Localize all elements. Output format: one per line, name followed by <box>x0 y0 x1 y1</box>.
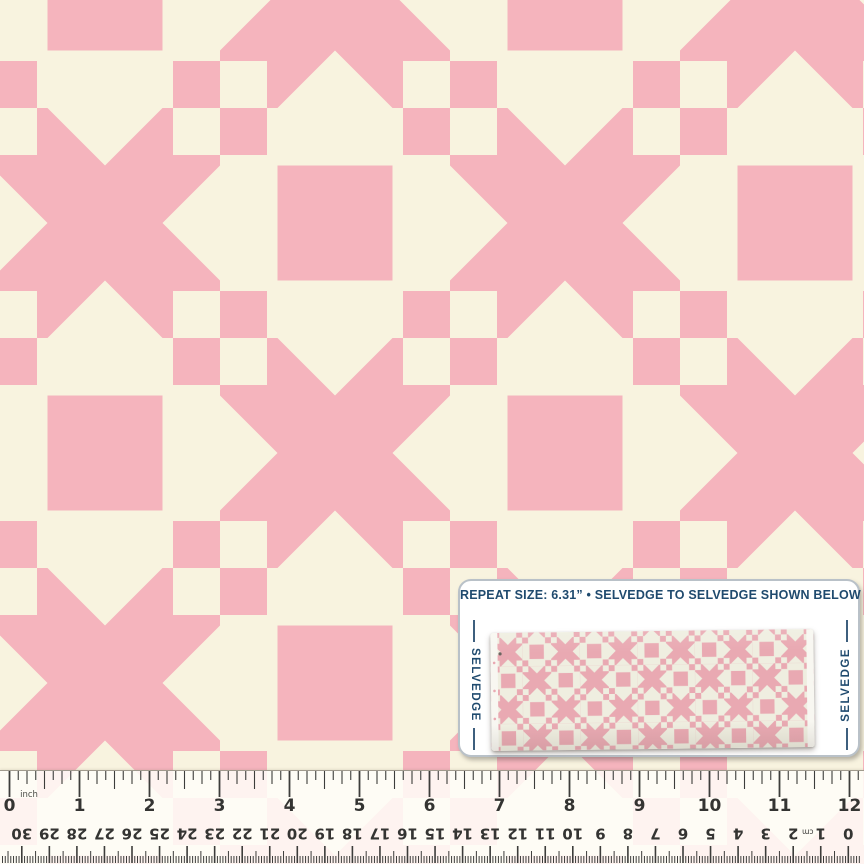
svg-text:7: 7 <box>494 796 506 816</box>
svg-text:10: 10 <box>562 825 583 843</box>
ruler-scales: 0123456789101112inch30292827262524232221… <box>0 771 864 864</box>
svg-text:13: 13 <box>480 825 501 843</box>
svg-text:11: 11 <box>535 825 556 843</box>
fabric-strip-photo <box>490 629 814 751</box>
selvedge-tick-bottom-right <box>846 728 848 750</box>
svg-text:3: 3 <box>214 796 226 816</box>
cm-scale: 3029282726252423222120191817161514131211… <box>3 825 860 864</box>
svg-text:30: 30 <box>11 825 32 843</box>
svg-text:23: 23 <box>204 825 225 843</box>
svg-text:3: 3 <box>760 825 770 843</box>
svg-text:8: 8 <box>564 796 576 816</box>
svg-text:4: 4 <box>733 825 743 843</box>
svg-text:29: 29 <box>39 825 60 843</box>
svg-text:2: 2 <box>144 796 156 816</box>
svg-text:0: 0 <box>843 825 853 843</box>
svg-text:0: 0 <box>4 796 16 816</box>
svg-text:5: 5 <box>354 796 366 816</box>
svg-text:4: 4 <box>284 796 296 816</box>
svg-text:cm: cm <box>802 828 813 837</box>
svg-text:17: 17 <box>370 825 391 843</box>
svg-text:14: 14 <box>452 825 473 843</box>
fabric-product-image: REPEAT SIZE: 6.31” • SELVEDGE TO SELVEDG… <box>0 0 864 864</box>
repeat-size-label: REPEAT SIZE: 6.31” • SELVEDGE TO SELVEDG… <box>460 588 858 602</box>
svg-text:11: 11 <box>768 796 792 816</box>
svg-text:21: 21 <box>259 825 280 843</box>
svg-text:6: 6 <box>678 825 688 843</box>
repeat-info-card: REPEAT SIZE: 6.31” • SELVEDGE TO SELVEDG… <box>458 579 860 757</box>
selvedge-label-left: SELVEDGE <box>464 629 484 741</box>
svg-text:9: 9 <box>595 825 605 843</box>
svg-text:19: 19 <box>314 825 335 843</box>
ruler: 0123456789101112inch30292827262524232221… <box>0 770 864 864</box>
svg-text:1: 1 <box>816 825 826 843</box>
svg-text:8: 8 <box>623 825 633 843</box>
svg-text:5: 5 <box>705 825 715 843</box>
svg-text:inch: inch <box>20 790 38 800</box>
svg-text:26: 26 <box>122 825 143 843</box>
svg-text:20: 20 <box>287 825 308 843</box>
selvedge-label-right: SELVEDGE <box>837 629 857 741</box>
svg-text:15: 15 <box>425 825 446 843</box>
selvedge-tick-bottom-left <box>473 728 475 750</box>
svg-text:1: 1 <box>74 796 86 816</box>
svg-text:24: 24 <box>177 825 198 843</box>
svg-text:25: 25 <box>149 825 170 843</box>
svg-text:7: 7 <box>650 825 660 843</box>
selvedge-tick-top-right <box>846 620 848 642</box>
svg-text:12: 12 <box>507 825 528 843</box>
selvedge-edge-right <box>806 629 814 747</box>
inch-scale: 0123456789101112inch <box>4 771 862 816</box>
selvedge-tick-top-left <box>473 620 475 642</box>
svg-text:10: 10 <box>698 796 722 816</box>
svg-text:28: 28 <box>66 825 87 843</box>
svg-text:6: 6 <box>424 796 436 816</box>
svg-text:18: 18 <box>342 825 363 843</box>
svg-text:27: 27 <box>94 825 115 843</box>
fabric-strip-pattern <box>490 629 814 751</box>
svg-text:12: 12 <box>838 796 862 816</box>
svg-text:2: 2 <box>788 825 798 843</box>
svg-text:16: 16 <box>397 825 418 843</box>
svg-text:22: 22 <box>232 825 253 843</box>
svg-text:9: 9 <box>634 796 646 816</box>
